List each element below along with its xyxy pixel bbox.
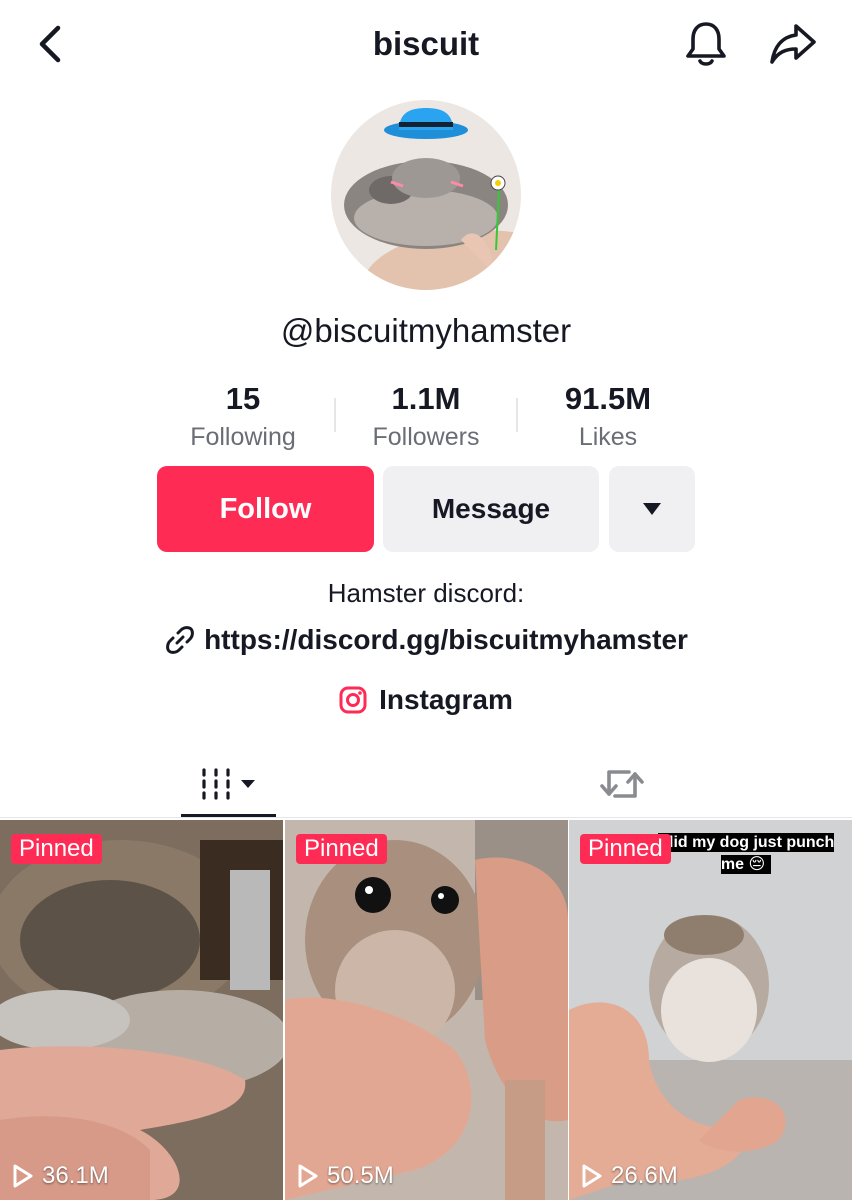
- stat-following[interactable]: 15 Following: [153, 378, 333, 454]
- stat-likes-value: 91.5M: [564, 381, 652, 416]
- message-button[interactable]: Message: [383, 466, 599, 552]
- stat-likes[interactable]: 91.5M Likes: [518, 378, 698, 454]
- pinned-badge: Pinned: [296, 834, 387, 864]
- repost-icon: [600, 770, 644, 798]
- tab-reposts[interactable]: [590, 752, 654, 816]
- stat-followers-value: 1.1M: [391, 381, 461, 416]
- stat-followers-label: Followers: [372, 423, 480, 451]
- view-count: 50.5M: [297, 1162, 394, 1190]
- view-count-text: 36.1M: [42, 1162, 109, 1189]
- instagram-label: Instagram: [379, 684, 513, 715]
- grid-icon: [202, 768, 230, 800]
- stat-likes-label: Likes: [578, 423, 638, 451]
- video-caption: did my dog just punch me 😔: [651, 832, 841, 876]
- video-thumbnail: [569, 820, 852, 1200]
- video-tile[interactable]: did my dog just punch me 😔 Pinned 26.6M: [569, 820, 852, 1200]
- top-bar: biscuit: [0, 0, 852, 88]
- pinned-badge: Pinned: [11, 834, 102, 864]
- more-options-button[interactable]: [609, 466, 695, 552]
- bell-icon: [686, 22, 726, 66]
- profile-handle: @biscuitmyhamster: [280, 312, 572, 349]
- view-count-text: 50.5M: [327, 1162, 394, 1189]
- bio-text: Hamster discord:: [327, 578, 525, 608]
- stat-following-label: Following: [190, 423, 296, 451]
- view-count: 36.1M: [12, 1162, 109, 1190]
- notifications-button[interactable]: [682, 20, 730, 68]
- share-arrow-icon: [770, 24, 816, 64]
- play-icon: [13, 1164, 33, 1188]
- view-count: 26.6M: [581, 1162, 678, 1190]
- share-button[interactable]: [768, 20, 818, 68]
- video-thumbnail: [285, 820, 568, 1200]
- video-caption-text: did my dog just punch me 😔: [657, 833, 835, 874]
- avatar[interactable]: [331, 100, 521, 290]
- instagram-icon: [339, 686, 367, 714]
- stat-followers[interactable]: 1.1M Followers: [336, 378, 516, 454]
- instagram-link[interactable]: Instagram: [0, 680, 852, 720]
- bio-link[interactable]: https://discord.gg/biscuitmyhamster: [0, 620, 852, 660]
- play-icon: [582, 1164, 602, 1188]
- stat-following-value: 15: [225, 381, 261, 416]
- caret-down-icon: [643, 503, 661, 515]
- tabs-divider: [0, 817, 852, 818]
- video-tile[interactable]: Pinned 50.5M: [285, 820, 568, 1200]
- play-icon: [298, 1164, 318, 1188]
- video-tile[interactable]: Pinned 36.1M: [0, 820, 283, 1200]
- caret-down-icon: [241, 780, 255, 788]
- tab-videos[interactable]: [180, 752, 276, 816]
- pinned-badge: Pinned: [580, 834, 671, 864]
- view-count-text: 26.6M: [611, 1162, 678, 1189]
- bio-link-text[interactable]: https://discord.gg/biscuitmyhamster: [204, 620, 688, 660]
- link-icon: [166, 626, 194, 654]
- video-thumbnail: [0, 820, 283, 1200]
- follow-button[interactable]: Follow: [157, 466, 374, 552]
